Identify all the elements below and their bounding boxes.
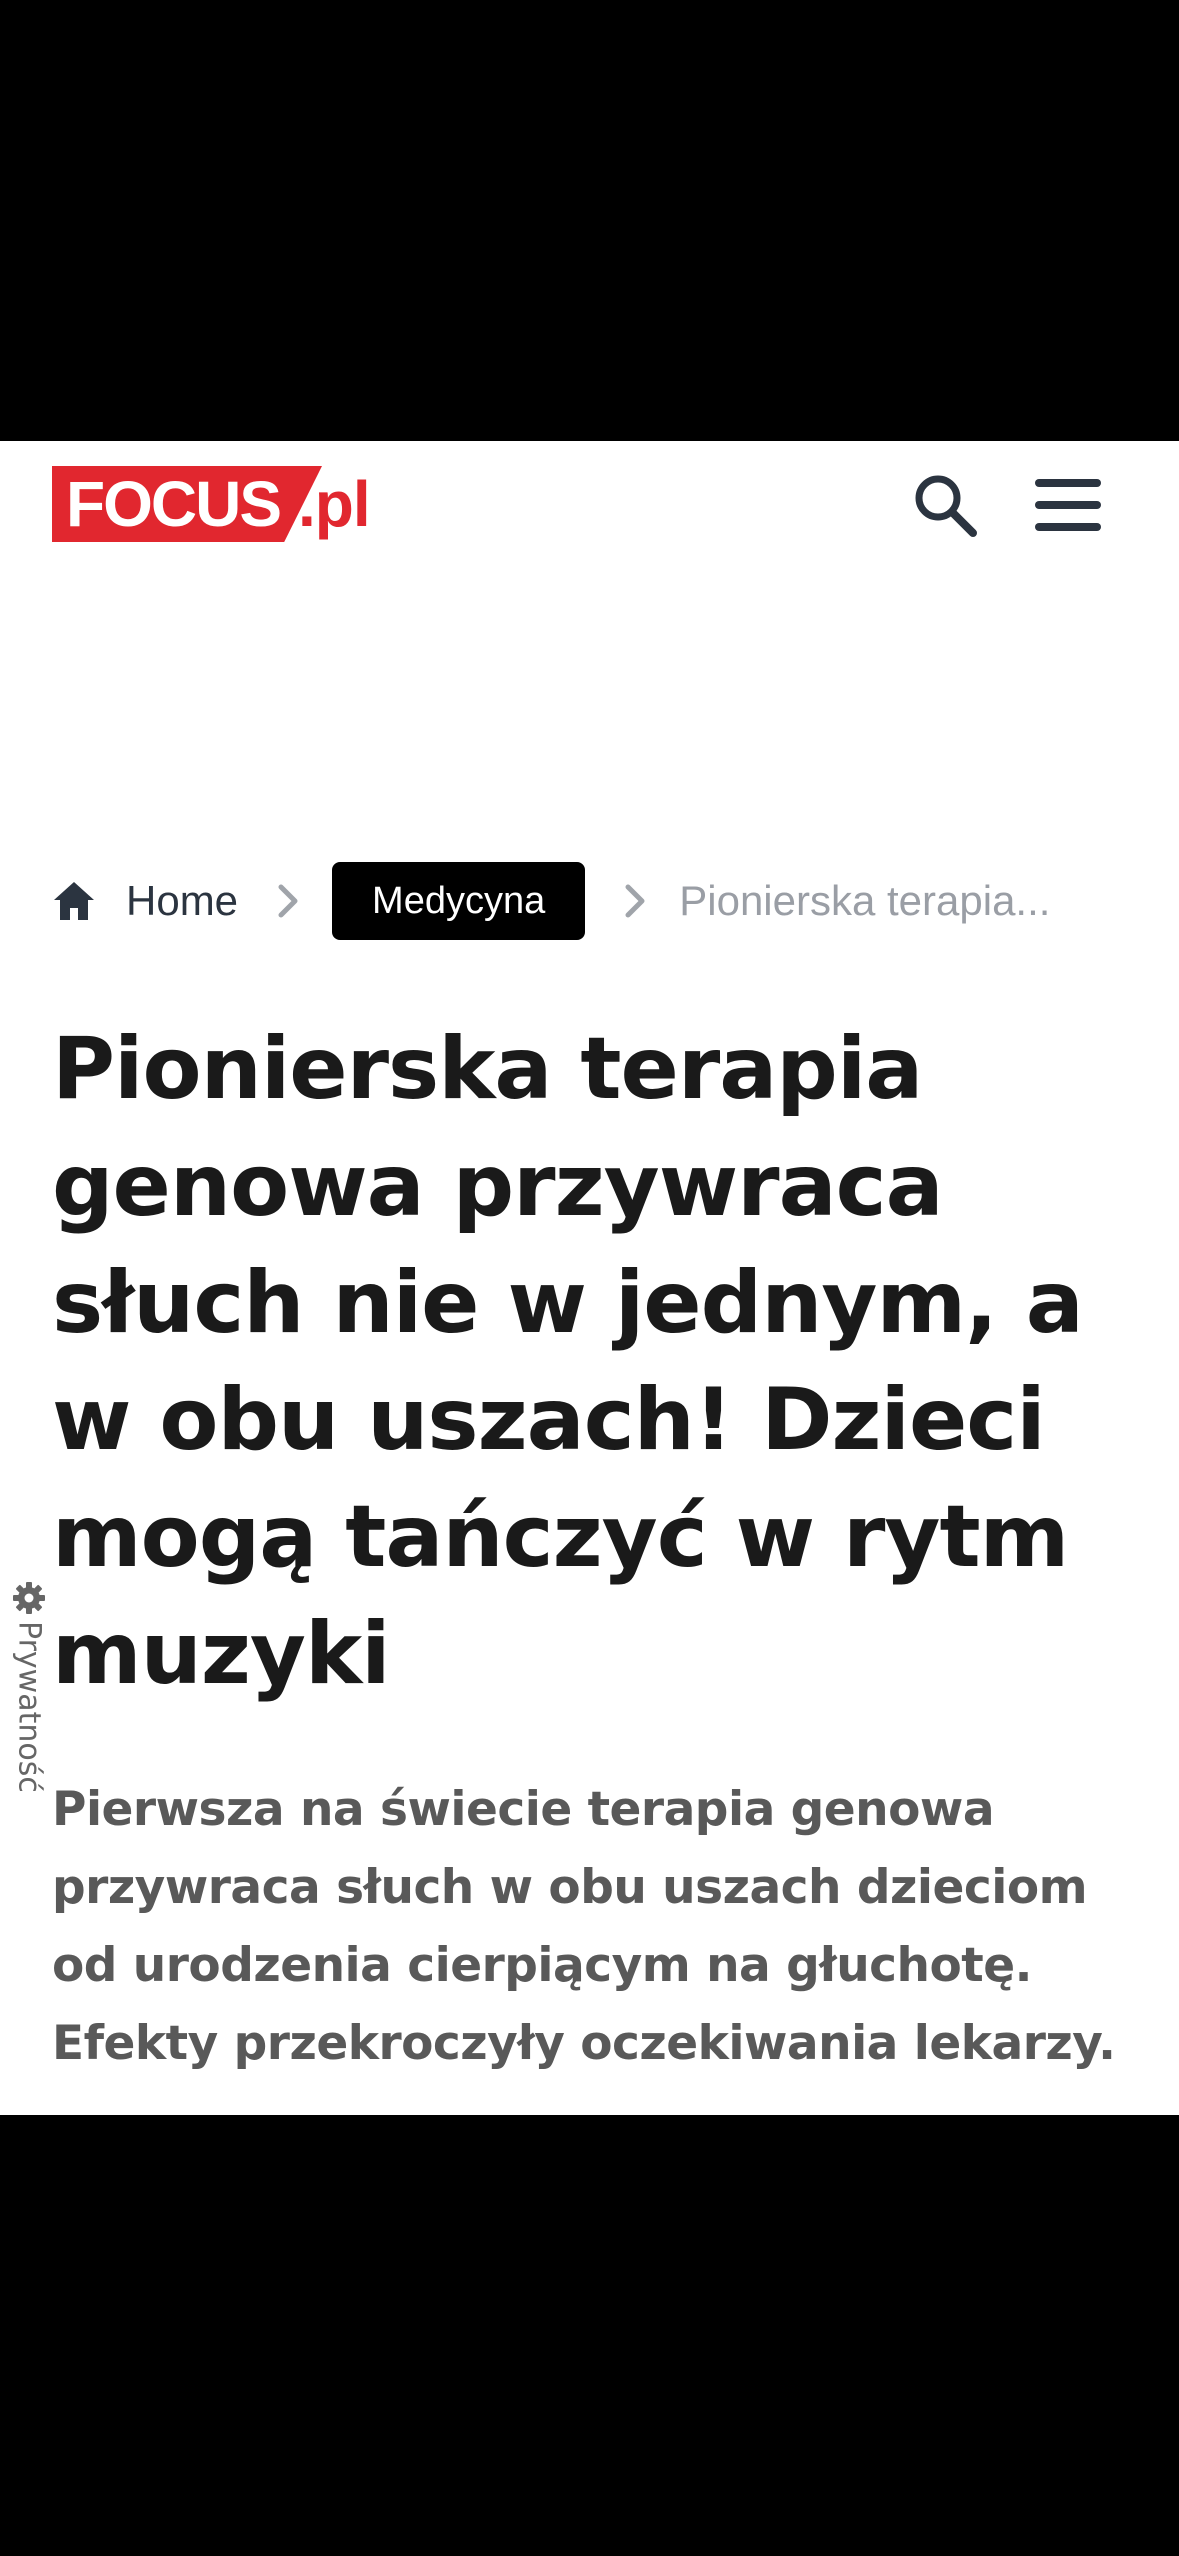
logo-red-box: FOCUS [52, 466, 322, 542]
top-black-bar [0, 0, 1179, 441]
privacy-settings-tab[interactable]: Prywatność [0, 1581, 58, 1821]
menu-button[interactable] [1028, 465, 1108, 545]
article-page: FOCUS .pl Home Medycyna Pionierska terap… [0, 441, 1179, 2115]
breadcrumb: Home Medycyna Pionierska terapia... [52, 861, 1162, 941]
breadcrumb-category-medycyna[interactable]: Medycyna [332, 862, 586, 940]
chevron-right-icon [625, 884, 645, 918]
gear-icon [13, 1582, 45, 1614]
breadcrumb-current-page: Pionierska terapia... [679, 877, 1051, 924]
article-title: Pionierska terapia genowa przywraca słuc… [52, 1019, 1084, 1704]
site-header: FOCUS .pl [0, 441, 1179, 571]
search-button[interactable] [905, 465, 985, 545]
breadcrumb-home-label: Home [126, 877, 239, 924]
search-icon [915, 475, 977, 537]
focus-logo[interactable]: FOCUS .pl [52, 466, 371, 542]
hamburger-menu-icon [1035, 479, 1101, 531]
chevron-right-icon [278, 884, 298, 918]
home-icon [54, 882, 94, 920]
article-lead: Pierwsza na świecie terapia genowa przyw… [52, 1782, 1116, 2071]
privacy-label: Prywatność [11, 1621, 47, 1793]
bottom-black-bar [0, 2115, 1179, 2556]
logo-focus-text: FOCUS [66, 468, 282, 540]
breadcrumb-home-link[interactable]: Home [52, 877, 238, 925]
